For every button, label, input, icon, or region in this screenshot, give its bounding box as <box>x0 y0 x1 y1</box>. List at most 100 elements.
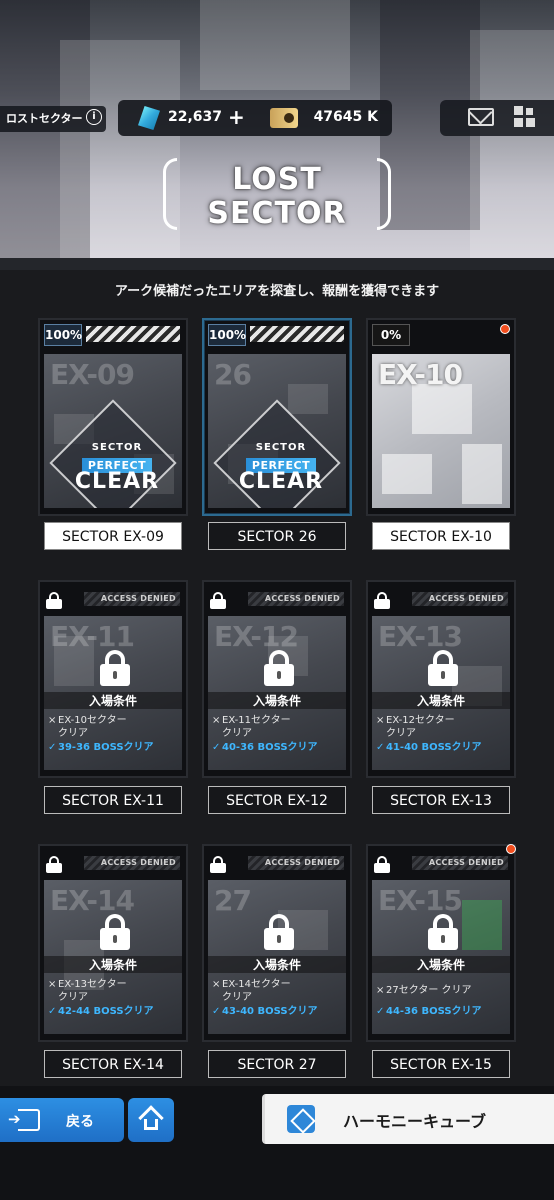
harmony-cube-label: ハーモニーキューブ <box>343 1112 487 1131</box>
sector-thumbnail: EX-09 SECTOR PERFECT CLEAR <box>44 354 182 508</box>
condition-item: × EX-14セクター <box>212 979 291 990</box>
padlock-icon <box>264 650 294 686</box>
sector-card-ex13[interactable]: ACCESS DENIED EX-13 入場条件 × EX-12セクター クリア … <box>366 580 516 778</box>
condition-item: × EX-12セクター <box>376 715 455 726</box>
condition-item: クリア <box>222 992 252 1003</box>
access-denied-label: ACCESS DENIED <box>412 592 508 606</box>
padlock-icon <box>264 914 294 950</box>
badge-clear-text: CLEAR <box>238 469 324 494</box>
sector-thumbnail: EX-15 入場条件 × 27セクター クリア ✓ 44-36 BOSSクリア <box>372 880 510 1034</box>
condition-item-met: ✓ 41-40 BOSSクリア <box>376 742 482 753</box>
entry-conditions-title: 入場条件 <box>44 956 182 973</box>
condition-item-met: ✓ 39-36 BOSSクリア <box>48 742 154 753</box>
lost-sector-logo: LOST SECTOR <box>163 148 391 244</box>
back-button[interactable]: 戻る <box>0 1098 124 1142</box>
add-crystal-button[interactable]: + <box>228 105 245 129</box>
sector-thumbnail: EX-12 入場条件 × EX-11セクター クリア ✓ 40-36 BOSSクリア <box>208 616 346 770</box>
entry-conditions-title: 入場条件 <box>208 692 346 709</box>
sector-name-ex10[interactable]: SECTOR EX-10 <box>372 522 510 550</box>
lock-icon <box>374 592 390 609</box>
sector-card-26[interactable]: 100% 26 SECTOR PERFECT CLEAR <box>202 318 352 516</box>
sector-card-27[interactable]: ACCESS DENIED 27 入場条件 × EX-14セクター クリア ✓ 43… <box>202 844 352 1042</box>
info-icon[interactable]: i <box>86 109 102 125</box>
sector-thumbnail: EX-14 入場条件 × EX-13セクター クリア ✓ 42-44 BOSSクリア <box>44 880 182 1034</box>
mail-icon[interactable] <box>468 108 494 126</box>
cube-icon <box>287 1105 315 1133</box>
condition-item: × 27セクター クリア <box>376 985 472 996</box>
padlock-icon <box>100 650 130 686</box>
sector-name-ex09[interactable]: SECTOR EX-09 <box>44 522 182 550</box>
access-denied-label: ACCESS DENIED <box>84 592 180 606</box>
back-label: 戻る <box>66 1114 94 1130</box>
entry-conditions-title: 入場条件 <box>372 692 510 709</box>
location-text: ロストセクター <box>6 112 83 125</box>
sector-name-ex15[interactable]: SECTOR EX-15 <box>372 1050 510 1078</box>
sector-code: 27 <box>214 884 252 917</box>
home-button[interactable] <box>128 1098 174 1142</box>
sector-card-ex10[interactable]: 0% EX-10 <box>366 318 516 516</box>
exit-icon <box>8 1109 40 1131</box>
credit-icon <box>270 108 298 128</box>
sector-thumbnail: EX-10 <box>372 354 510 508</box>
progress-percent: 0% <box>372 324 410 346</box>
sector-name-ex11[interactable]: SECTOR EX-11 <box>44 786 182 814</box>
sector-thumbnail: EX-11 入場条件 × EX-10セクター クリア ✓ 39-36 BOSSクリア <box>44 616 182 770</box>
condition-item-met: ✓ 43-40 BOSSクリア <box>212 1006 318 1017</box>
grid-menu-icon[interactable] <box>514 106 536 128</box>
entry-conditions-title: 入場条件 <box>208 956 346 973</box>
condition-item-met: ✓ 42-44 BOSSクリア <box>48 1006 154 1017</box>
crystal-icon <box>138 106 160 130</box>
harmony-cube-button[interactable]: ハーモニーキューブ <box>262 1094 554 1144</box>
sector-thumbnail: 27 入場条件 × EX-14セクター クリア ✓ 43-40 BOSSクリア <box>208 880 346 1034</box>
lock-icon <box>210 592 226 609</box>
new-alert-dot <box>506 844 516 854</box>
menu-panel <box>440 100 554 136</box>
sector-card-ex11[interactable]: ACCESS DENIED EX-11 入場条件 × EX-10セクター クリア … <box>38 580 188 778</box>
sector-name-27[interactable]: SECTOR 27 <box>208 1050 346 1078</box>
sector-card-ex14[interactable]: ACCESS DENIED EX-14 入場条件 × EX-13セクター クリア … <box>38 844 188 1042</box>
lock-icon <box>46 592 62 609</box>
home-icon <box>138 1105 164 1131</box>
badge-clear-text: CLEAR <box>74 469 160 494</box>
padlock-icon <box>100 914 130 950</box>
sector-name-26[interactable]: SECTOR 26 <box>208 522 346 550</box>
condition-item-met: ✓ 40-36 BOSSクリア <box>212 742 318 753</box>
access-denied-label: ACCESS DENIED <box>248 856 344 870</box>
progress-stripe <box>86 326 180 342</box>
sector-card-ex15[interactable]: ACCESS DENIED EX-15 入場条件 × 27セクター クリア ✓ 44… <box>366 844 516 1042</box>
sector-name-ex12[interactable]: SECTOR EX-12 <box>208 786 346 814</box>
progress-stripe <box>250 326 344 342</box>
sector-code: EX-12 <box>214 620 299 653</box>
sector-name-ex13[interactable]: SECTOR EX-13 <box>372 786 510 814</box>
lock-icon <box>374 856 390 873</box>
condition-item: × EX-11セクター <box>212 715 291 726</box>
sector-code: 26 <box>214 358 252 391</box>
lock-icon <box>46 856 62 873</box>
sector-code: EX-15 <box>378 884 463 917</box>
condition-item: クリア <box>222 728 252 739</box>
sector-code: EX-10 <box>378 358 463 391</box>
condition-item: × EX-10セクター <box>48 715 127 726</box>
crystal-amount: 22,637 <box>167 109 222 125</box>
page-subtitle: アーク候補だったエリアを探査し、報酬を獲得できます <box>114 284 440 299</box>
sector-thumbnail: 26 SECTOR PERFECT CLEAR <box>208 354 346 508</box>
sector-card-ex09[interactable]: 100% EX-09 SECTOR PERFECT CLEAR <box>38 318 188 516</box>
condition-item: クリア <box>386 728 416 739</box>
entry-conditions-title: 入場条件 <box>372 956 510 973</box>
logo-line1: LOST <box>232 162 322 197</box>
sector-thumbnail: EX-13 入場条件 × EX-12セクター クリア ✓ 41-40 BOSSクリア <box>372 616 510 770</box>
progress-percent: 100% <box>44 324 82 346</box>
badge-sector-text: SECTOR <box>255 442 307 453</box>
access-denied-label: ACCESS DENIED <box>84 856 180 870</box>
credit-amount: 47645 K <box>313 109 378 125</box>
sector-name-ex14[interactable]: SECTOR EX-14 <box>44 1050 182 1078</box>
padlock-icon <box>428 650 458 686</box>
access-denied-label: ACCESS DENIED <box>412 856 508 870</box>
condition-item: × EX-13セクター <box>48 979 127 990</box>
sector-card-ex12[interactable]: ACCESS DENIED EX-12 入場条件 × EX-11セクター クリア … <box>202 580 352 778</box>
lock-icon <box>210 856 226 873</box>
sector-code: EX-09 <box>50 358 135 391</box>
sector-code: EX-14 <box>50 884 135 917</box>
entry-conditions-title: 入場条件 <box>44 692 182 709</box>
padlock-icon <box>428 914 458 950</box>
